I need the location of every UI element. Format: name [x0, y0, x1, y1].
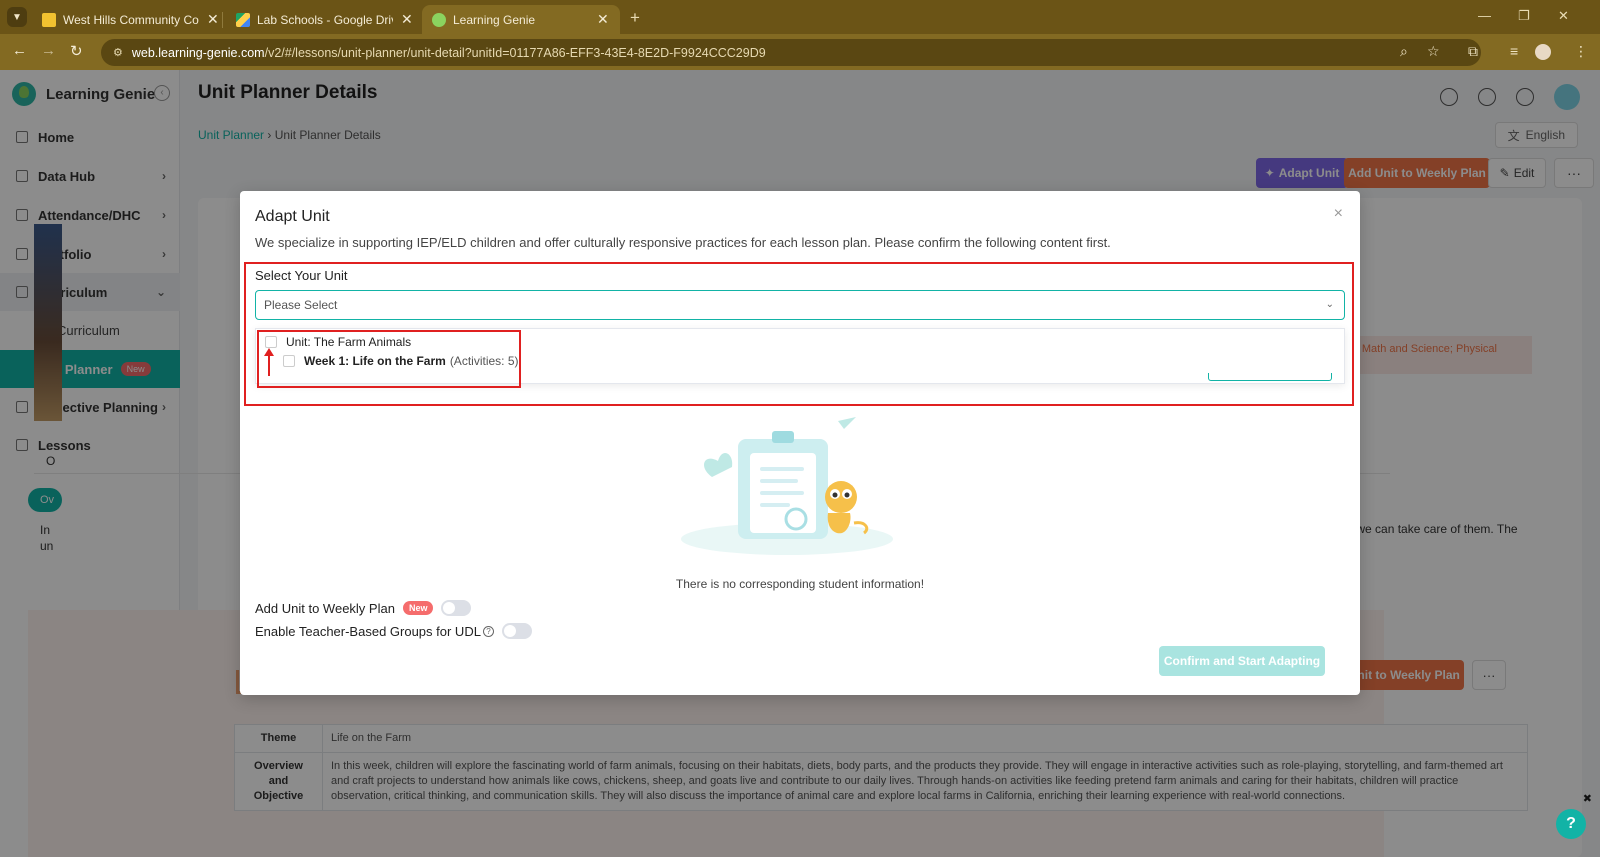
select-unit-label: Select Your Unit	[255, 268, 348, 283]
tab-strip: ▼ West Hills Community College ✕ Lab Sch…	[0, 0, 1600, 34]
unit-checkbox[interactable]	[265, 336, 277, 348]
tab-title: Learning Genie	[453, 12, 536, 27]
window-close-icon[interactable]: ✕	[1558, 8, 1569, 24]
week-option-label: Week 1: Life on the Farm	[304, 354, 446, 368]
profile-avatar-icon[interactable]	[1535, 44, 1551, 60]
udl-groups-label: Enable Teacher-Based Groups for UDL	[255, 623, 481, 639]
new-tab-icon[interactable]: +	[630, 8, 640, 28]
udl-groups-toggle-row: Enable Teacher-Based Groups for UDL ?	[255, 623, 532, 639]
adapt-unit-dialog: Adapt Unit × We specialize in supporting…	[240, 191, 1360, 695]
empty-state-illustration	[681, 417, 893, 555]
address-bar: ← → ↻ ⚙ web.learning-genie.com/v2/#/less…	[0, 34, 1600, 70]
reload-icon[interactable]: ↻	[70, 42, 83, 60]
empty-state-message: There is no corresponding student inform…	[675, 577, 925, 591]
slides-icon	[42, 12, 56, 27]
week-checkbox[interactable]	[283, 355, 295, 367]
browser-tab-west-hills[interactable]: West Hills Community College ✕	[32, 5, 229, 34]
tab-search-button[interactable]: ▼	[7, 7, 27, 27]
browser-tab-google-drive[interactable]: Lab Schools - Google Drive ✕	[226, 5, 423, 34]
help-button[interactable]: ?	[1556, 809, 1586, 839]
chevron-down-icon: ⌄	[1325, 299, 1334, 310]
close-icon[interactable]: ✕	[597, 11, 609, 28]
close-icon[interactable]: ✕	[401, 11, 413, 28]
question-circle-icon[interactable]: ?	[482, 625, 494, 637]
week-option[interactable]: Week 1: Life on the Farm (Activities: 5)	[283, 354, 519, 368]
add-weekly-plan-label: Add Unit to Weekly Plan	[255, 600, 395, 616]
minimize-icon[interactable]: —	[1478, 8, 1491, 23]
close-icon[interactable]: ✕	[207, 11, 219, 28]
close-icon[interactable]: ✖	[1583, 792, 1592, 805]
select-placeholder: Please Select	[264, 298, 338, 312]
udl-groups-switch[interactable]	[501, 623, 532, 639]
learning-genie-icon	[432, 12, 446, 27]
new-badge: New	[402, 601, 434, 615]
unit-select[interactable]: Please Select ⌄	[255, 290, 1345, 320]
add-weekly-plan-switch[interactable]	[441, 600, 472, 616]
url-path: /v2/#/lessons/unit-planner/unit-detail?u…	[264, 45, 766, 60]
browser-tab-learning-genie[interactable]: Learning Genie ✕	[422, 5, 620, 34]
tab-title: Lab Schools - Google Drive	[257, 12, 393, 27]
site-info-icon[interactable]: ⚙	[113, 46, 123, 59]
annotation-arrow	[264, 348, 274, 376]
close-icon[interactable]: ×	[1334, 205, 1343, 223]
back-arrow-icon[interactable]: ←	[12, 42, 27, 59]
dialog-description: We specialize in supporting IEP/ELD chil…	[255, 235, 1111, 250]
extensions-icon[interactable]: ⧉	[1468, 43, 1478, 60]
tab-divider	[222, 12, 223, 28]
restore-icon[interactable]: ❐	[1518, 8, 1530, 24]
media-control-icon[interactable]: ≡	[1510, 43, 1518, 59]
dialog-title: Adapt Unit	[255, 208, 330, 225]
unit-option[interactable]: Unit: The Farm Animals	[265, 335, 411, 349]
url-host: web.learning-genie.com	[131, 45, 265, 60]
unit-option-label: Unit: The Farm Animals	[286, 335, 412, 349]
zoom-icon[interactable]: ⌕	[1400, 43, 1408, 60]
url-input[interactable]: ⚙ web.learning-genie.com/v2/#/lessons/un…	[101, 39, 1481, 66]
google-drive-icon	[236, 12, 250, 27]
confirm-and-start-adapting-button[interactable]: Confirm and Start Adapting	[1159, 646, 1325, 676]
hidden-button-edge	[1208, 373, 1332, 381]
tab-title: West Hills Community College	[63, 12, 199, 27]
chevron-down-icon: ▼	[12, 11, 22, 23]
bookmark-star-icon[interactable]: ☆	[1427, 43, 1440, 60]
week-activity-count: (Activities: 5)	[449, 354, 519, 368]
forward-arrow-icon[interactable]: →	[41, 42, 56, 59]
browser-menu-icon[interactable]: ⋮	[1574, 43, 1588, 60]
browser-chrome: ▼ West Hills Community College ✕ Lab Sch…	[0, 0, 1600, 70]
add-weekly-plan-toggle-row: Add Unit to Weekly Plan New	[255, 600, 472, 616]
